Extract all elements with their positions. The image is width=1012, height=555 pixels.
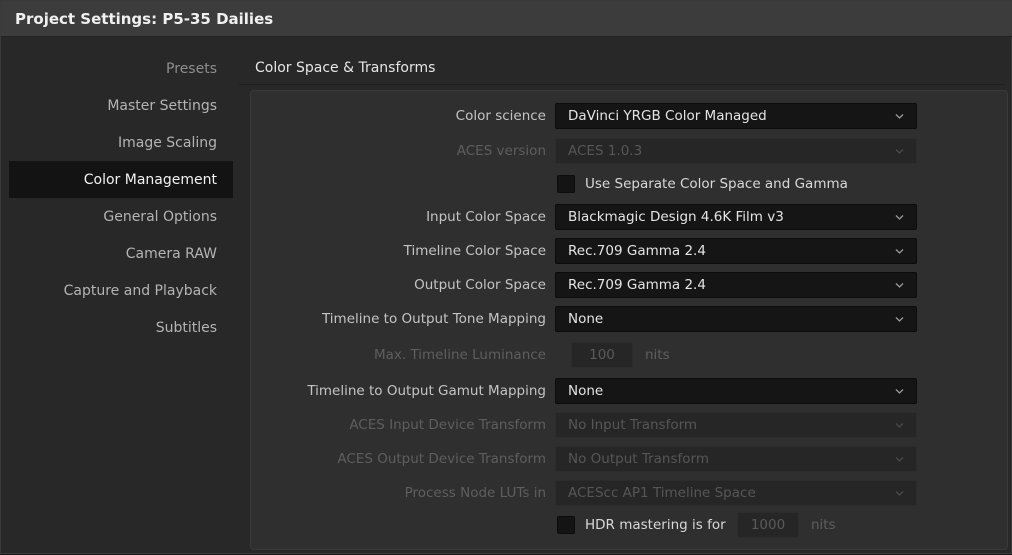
color-science-dropdown[interactable]: DaVinci YRGB Color Managed <box>555 103 917 129</box>
aces-input-transform-dropdown: No Input Transform <box>555 412 917 438</box>
hdr-mastering-unit: nits <box>811 517 836 533</box>
title-bar: Project Settings: P5-35 Dailies <box>1 1 1012 37</box>
gamut-mapping-value: None <box>568 383 604 399</box>
row-separate-cs-gamma: Use Separate Color Space and Gamma <box>251 171 1009 197</box>
chevron-down-icon <box>895 213 904 222</box>
row-gamut-mapping: Timeline to Output Gamut Mapping None <box>251 378 1009 404</box>
chevron-down-icon <box>895 387 904 396</box>
aces-input-transform-label: ACES Input Device Transform <box>349 417 546 433</box>
row-aces-input-transform: ACES Input Device Transform No Input Tra… <box>251 412 1009 438</box>
chevron-down-icon <box>895 247 904 256</box>
tone-mapping-value: None <box>568 311 604 327</box>
chevron-down-icon <box>895 489 904 498</box>
row-timeline-color-space: Timeline Color Space Rec.709 Gamma 2.4 <box>251 238 1009 264</box>
timeline-color-space-value: Rec.709 Gamma 2.4 <box>568 243 706 259</box>
chevron-down-icon <box>895 147 904 156</box>
settings-sidebar: Presets Master Settings Image Scaling Co… <box>9 51 233 555</box>
sidebar-item-subtitles[interactable]: Subtitles <box>9 309 233 346</box>
row-max-luminance: Max. Timeline Luminance 100 nits <box>251 342 1009 368</box>
input-color-space-label: Input Color Space <box>426 209 546 225</box>
sidebar-item-presets[interactable]: Presets <box>9 51 233 87</box>
sidebar-item-camera-raw[interactable]: Camera RAW <box>9 235 233 272</box>
hdr-mastering-checkbox[interactable] <box>557 516 575 534</box>
output-color-space-dropdown[interactable]: Rec.709 Gamma 2.4 <box>555 272 917 298</box>
tone-mapping-label: Timeline to Output Tone Mapping <box>321 311 546 327</box>
hdr-mastering-label: HDR mastering is for <box>585 517 726 533</box>
color-science-label: Color science <box>455 108 546 124</box>
output-color-space-label: Output Color Space <box>414 277 546 293</box>
aces-output-transform-label: ACES Output Device Transform <box>337 451 546 467</box>
process-node-luts-value: ACEScc AP1 Timeline Space <box>568 485 756 501</box>
tone-mapping-dropdown[interactable]: None <box>555 306 917 332</box>
aces-version-dropdown: ACES 1.0.3 <box>555 138 917 164</box>
window-title: Project Settings: P5-35 Dailies <box>15 9 274 28</box>
separate-cs-gamma-checkbox[interactable] <box>557 175 575 193</box>
sidebar-item-capture-playback[interactable]: Capture and Playback <box>9 272 233 309</box>
aces-output-transform-value: No Output Transform <box>568 451 709 467</box>
color-space-panel: Color science DaVinci YRGB Color Managed… <box>250 90 1008 550</box>
aces-version-label: ACES version <box>456 143 546 159</box>
max-luminance-unit: nits <box>645 347 670 363</box>
color-science-value: DaVinci YRGB Color Managed <box>568 108 767 124</box>
max-luminance-label: Max. Timeline Luminance <box>373 347 546 363</box>
aces-version-value: ACES 1.0.3 <box>568 143 643 159</box>
timeline-color-space-label: Timeline Color Space <box>403 243 546 259</box>
row-aces-version: ACES version ACES 1.0.3 <box>251 138 1009 164</box>
row-process-node-luts: Process Node LUTs in ACEScc AP1 Timeline… <box>251 480 1009 506</box>
output-color-space-value: Rec.709 Gamma 2.4 <box>568 277 706 293</box>
chevron-down-icon <box>895 281 904 290</box>
row-tone-mapping: Timeline to Output Tone Mapping None <box>251 306 1009 332</box>
process-node-luts-label: Process Node LUTs in <box>404 485 546 501</box>
sidebar-item-master-settings[interactable]: Master Settings <box>9 87 233 124</box>
aces-output-transform-dropdown: No Output Transform <box>555 446 917 472</box>
sidebar-item-image-scaling[interactable]: Image Scaling <box>9 124 233 161</box>
chevron-down-icon <box>895 455 904 464</box>
chevron-down-icon <box>895 421 904 430</box>
hdr-mastering-input: 1000 <box>737 512 799 538</box>
gamut-mapping-dropdown[interactable]: None <box>555 378 917 404</box>
max-luminance-input: 100 <box>571 342 633 368</box>
sidebar-item-general-options[interactable]: General Options <box>9 198 233 235</box>
chevron-down-icon <box>895 315 904 324</box>
aces-input-transform-value: No Input Transform <box>568 417 698 433</box>
row-aces-output-transform: ACES Output Device Transform No Output T… <box>251 446 1009 472</box>
row-color-science: Color science DaVinci YRGB Color Managed <box>251 103 1009 129</box>
input-color-space-dropdown[interactable]: Blackmagic Design 4.6K Film v3 <box>555 204 917 230</box>
gamut-mapping-label: Timeline to Output Gamut Mapping <box>307 383 546 399</box>
section-title: Color Space & Transforms <box>239 51 1005 85</box>
row-input-color-space: Input Color Space Blackmagic Design 4.6K… <box>251 204 1009 230</box>
row-hdr-mastering: HDR mastering is for 1000 nits <box>251 512 1009 538</box>
sidebar-item-color-management[interactable]: Color Management <box>9 161 233 198</box>
timeline-color-space-dropdown[interactable]: Rec.709 Gamma 2.4 <box>555 238 917 264</box>
project-settings-window: Project Settings: P5-35 Dailies Presets … <box>0 0 1012 554</box>
input-color-space-value: Blackmagic Design 4.6K Film v3 <box>568 209 784 225</box>
chevron-down-icon <box>895 112 904 121</box>
process-node-luts-dropdown: ACEScc AP1 Timeline Space <box>555 480 917 506</box>
row-output-color-space: Output Color Space Rec.709 Gamma 2.4 <box>251 272 1009 298</box>
separate-cs-gamma-label: Use Separate Color Space and Gamma <box>585 176 848 192</box>
